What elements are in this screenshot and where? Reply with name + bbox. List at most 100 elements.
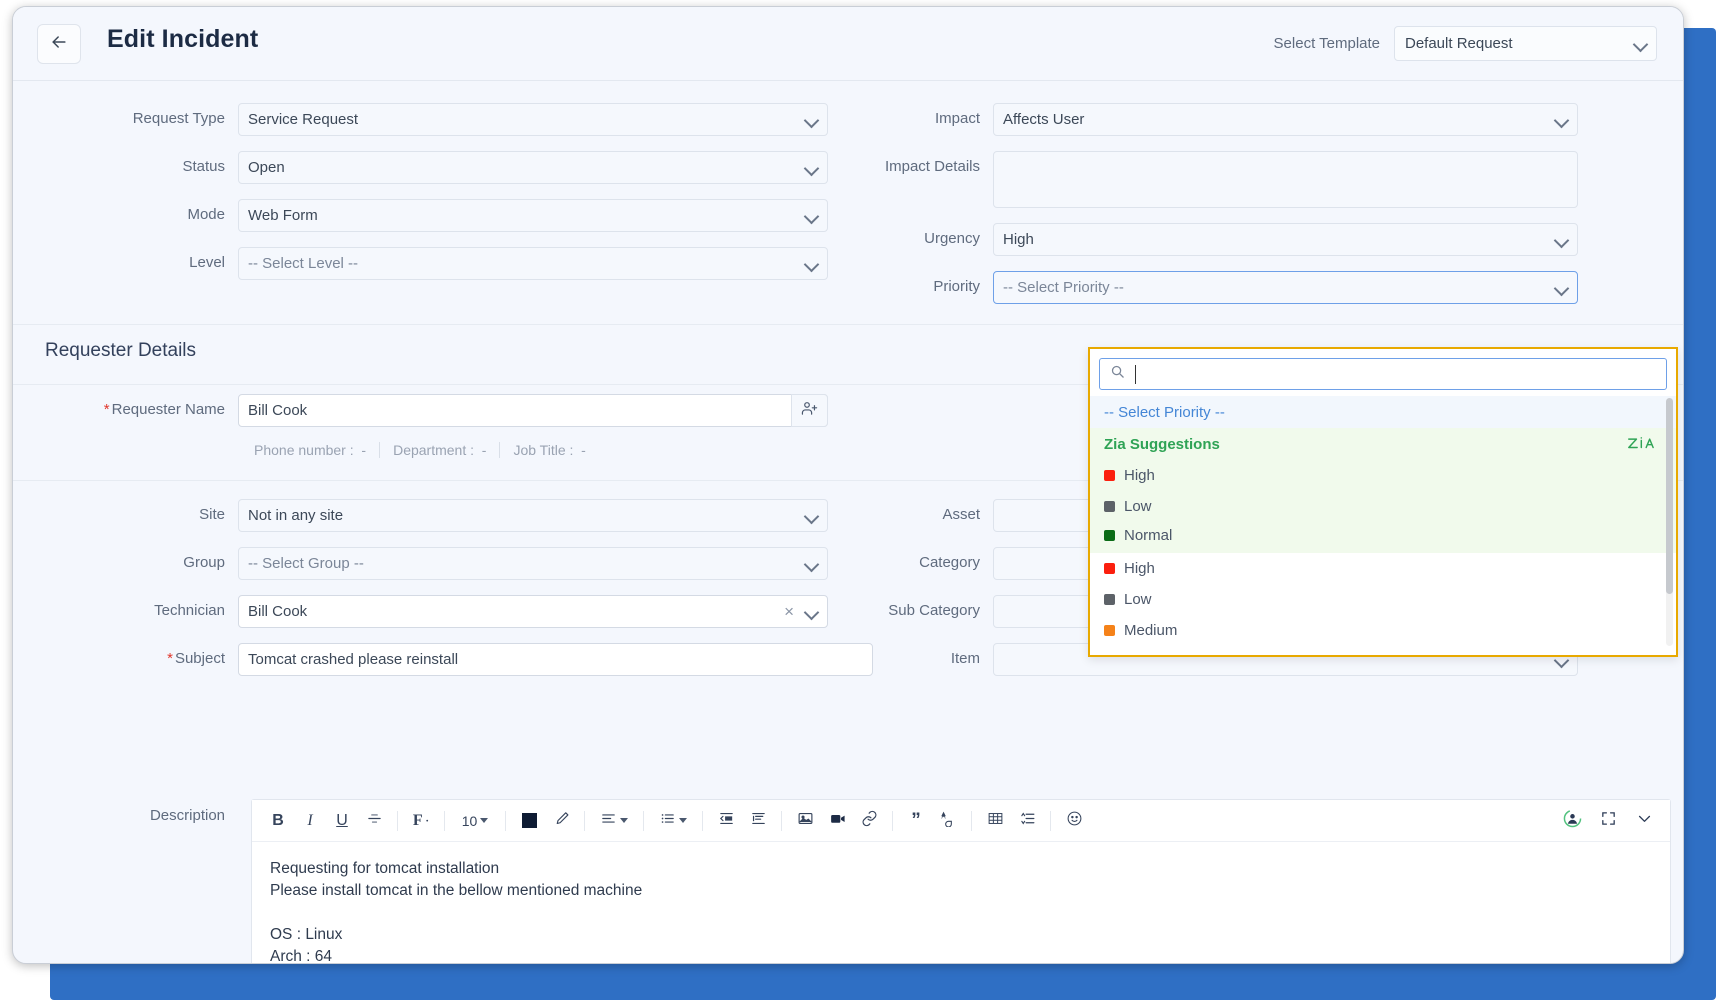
group-value: -- Select Group -- [248,555,364,572]
requester-name-label-text: Requester Name [111,401,225,418]
label-site: Site [199,506,225,523]
template-select[interactable]: Default Request [1394,26,1657,61]
chevron-down-icon [806,510,817,521]
required-asterisk: * [167,650,173,667]
toolbar-separator [444,810,445,831]
collapse-editor-button[interactable] [1628,806,1660,836]
urgency-select[interactable]: High [993,223,1578,256]
zia-option-high[interactable]: High [1090,460,1676,491]
requester-name-input[interactable]: Bill Cook [238,394,828,427]
fullscreen-button[interactable] [1592,806,1624,836]
chevron-down-icon [806,210,817,221]
form-body: Request Type Service Request Status Open… [13,81,1683,963]
impact-details-textarea[interactable] [993,151,1578,208]
text-color-button[interactable] [513,806,545,836]
label-status: Status [182,158,225,175]
italic-button[interactable]: I [294,806,326,836]
desc-line-arch: Arch : 64 [270,948,333,964]
toolbar-separator [781,810,782,831]
strikethrough-icon [366,810,383,832]
rich-text-editor: B I U F · 10 ” A Requesting for tomcat i… [251,799,1671,964]
link-icon [861,810,878,832]
label-sub-category: Sub Category [888,602,980,619]
zia-assist-button[interactable] [1556,806,1588,836]
priority-search-input[interactable] [1099,358,1667,390]
request-type-value: Service Request [248,111,359,128]
underline-button[interactable]: U [326,806,358,836]
zia-option-low[interactable]: Low [1090,491,1676,522]
arrow-left-icon [49,32,69,57]
editor-toolbar: B I U F · 10 ” A [252,800,1670,842]
indent-button[interactable] [710,806,742,836]
requester-jobtitle-label: Job Title : [513,442,574,458]
editor-content[interactable]: Requesting for tomcat installation Pleas… [252,842,1670,964]
bold-button[interactable]: B [262,806,294,836]
priority-options-list[interactable]: -- Select Priority -- Zia Suggestions Hi… [1090,396,1676,648]
technician-select[interactable]: Bill Cook × [238,595,828,628]
emoji-button[interactable] [1058,806,1090,836]
label-category: Category [919,554,980,571]
toolbar-separator [643,810,644,831]
zia-option-normal-label: Normal [1124,527,1173,544]
level-select[interactable]: -- Select Level -- [238,247,828,280]
highlight-button[interactable] [545,806,577,836]
option-normal[interactable]: Normal [1090,646,1676,648]
priority-value: -- Select Priority -- [1003,279,1124,296]
zia-option-high-label: High [1124,467,1155,484]
status-select[interactable]: Open [238,151,828,184]
priority-color-swatch [1104,594,1115,605]
link-button[interactable] [853,806,885,836]
line-height-button[interactable] [1011,806,1043,836]
video-button[interactable] [821,806,853,836]
desc-line-blank [270,902,1652,924]
field-level: Level -- Select Level -- [13,247,873,280]
request-type-select[interactable]: Service Request [238,103,828,136]
group-select[interactable]: -- Select Group -- [238,547,828,580]
field-group: Group -- Select Group -- [13,547,873,580]
site-select[interactable]: Not in any site [238,499,828,532]
align-button[interactable] [592,806,636,836]
clear-technician-icon[interactable]: × [784,603,794,620]
priority-select[interactable]: -- Select Priority -- [993,271,1578,304]
requester-phone: Phone number : - [254,442,381,458]
priority-color-swatch [1104,470,1115,481]
strikethrough-button[interactable] [358,806,390,836]
mode-select[interactable]: Web Form [238,199,828,232]
image-button[interactable] [789,806,821,836]
subject-value: Tomcat crashed please reinstall [248,651,459,668]
quote-button[interactable]: ” [900,806,932,836]
field-mode: Mode Web Form [13,199,873,232]
translate-button[interactable]: A [932,806,964,836]
subject-input[interactable]: Tomcat crashed please reinstall [238,643,873,676]
option-high[interactable]: High [1090,553,1676,584]
label-priority: Priority [933,278,980,295]
option-medium[interactable]: Medium [1090,615,1676,646]
zia-option-normal[interactable]: Normal [1090,522,1676,553]
toolbar-separator [892,810,893,831]
add-user-button[interactable] [791,394,828,427]
priority-dropdown-panel: -- Select Priority -- Zia Suggestions Hi… [1088,347,1678,657]
font-size-button[interactable]: 10 [452,806,498,836]
field-impact-details: Impact Details [873,151,1673,208]
fullscreen-icon [1600,810,1617,832]
dropdown-scrollbar-thumb[interactable] [1666,398,1673,594]
outdent-icon [750,810,767,832]
desc-line-1: Requesting for tomcat installation [270,860,500,877]
option-select-priority-default[interactable]: -- Select Priority -- [1090,396,1676,428]
label-item: Item [950,650,980,667]
zia-logo-icon [1626,435,1658,453]
text-color-icon [521,813,537,828]
impact-value: Affects User [1003,111,1085,128]
bullet-list-button[interactable] [651,806,695,836]
impact-select[interactable]: Affects User [993,103,1578,136]
outdent-button[interactable] [742,806,774,836]
quote-icon: ” [911,809,921,831]
back-button[interactable] [37,24,81,64]
toolbar-separator [1050,810,1051,831]
table-button[interactable] [979,806,1011,836]
mode-value: Web Form [248,207,318,224]
requester-phone-value: - [361,442,367,458]
chevron-down-icon [806,558,817,569]
option-low[interactable]: Low [1090,584,1676,615]
font-family-button[interactable]: F · [405,806,437,836]
